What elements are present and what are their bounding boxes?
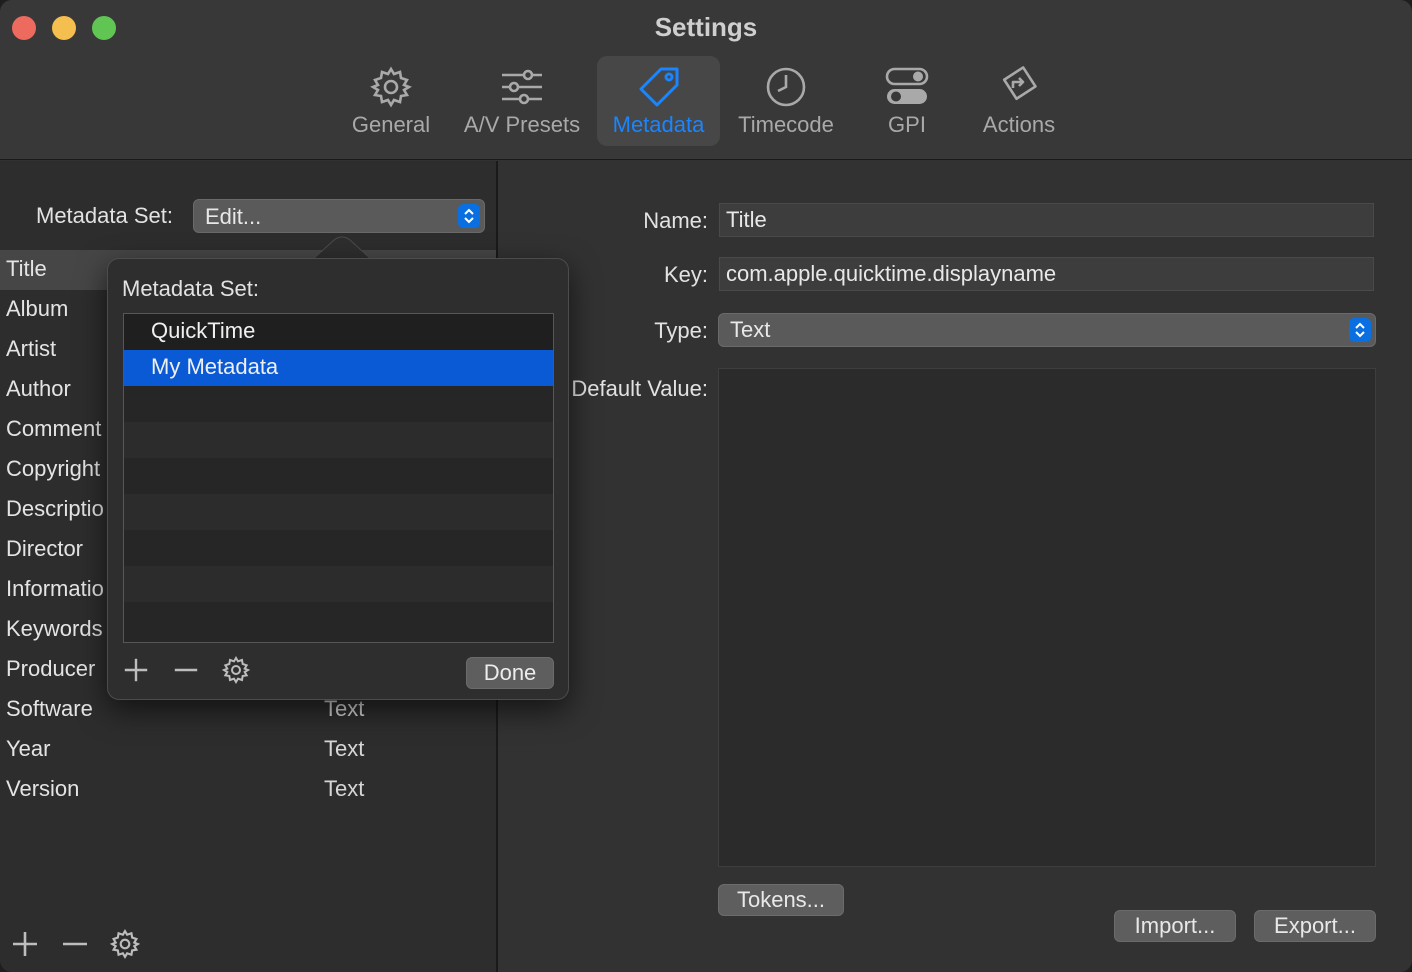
field-name: Version xyxy=(6,776,80,801)
gear-icon xyxy=(340,64,442,110)
field-name: Year xyxy=(6,736,51,761)
tag-icon xyxy=(597,64,720,110)
tab-metadata-label: Metadata xyxy=(612,112,705,137)
tab-actions-label: Actions xyxy=(982,112,1056,137)
field-type: Text xyxy=(324,736,365,761)
list-item xyxy=(124,422,553,458)
add-field-button[interactable] xyxy=(10,929,40,965)
remove-set-button[interactable] xyxy=(172,656,200,690)
minus-icon xyxy=(63,942,87,946)
metadata-set-value: Edit... xyxy=(205,204,262,229)
name-label: Name: xyxy=(643,208,708,233)
field-name: Director xyxy=(6,536,84,561)
key-field-value: com.apple.quicktime.displayname xyxy=(726,261,1057,286)
list-item xyxy=(124,602,553,638)
tab-metadata[interactable]: Metadata xyxy=(597,56,720,146)
field-type: Text xyxy=(324,776,365,801)
tab-actions[interactable]: Actions xyxy=(970,56,1068,146)
chevron-updown-icon xyxy=(458,204,480,228)
type-label: Type: xyxy=(654,318,708,343)
list-item xyxy=(124,494,553,530)
field-detail-pane: Name: Title Key: com.apple.quicktime.dis… xyxy=(498,161,1412,972)
table-row[interactable]: Year Text xyxy=(0,730,496,770)
popover-title: Metadata Set: xyxy=(122,276,259,301)
settings-window: Settings General A/V Presets Metadata Ti… xyxy=(0,0,1412,972)
plus-icon xyxy=(124,658,148,682)
field-name: Producer xyxy=(6,656,96,681)
tab-timecode-label: Timecode xyxy=(738,112,834,137)
import-button[interactable]: Import... xyxy=(1114,910,1236,942)
chevron-updown-icon xyxy=(1349,318,1371,342)
done-button[interactable]: Done xyxy=(466,657,554,689)
metadata-set-label: Metadata Set: xyxy=(36,203,173,228)
export-button[interactable]: Export... xyxy=(1254,910,1376,942)
field-name: Artist xyxy=(6,336,57,361)
tokens-button[interactable]: Tokens... xyxy=(718,884,844,916)
key-label: Key: xyxy=(663,262,708,287)
type-popup-value: Text xyxy=(730,317,771,342)
gear-icon xyxy=(109,929,141,959)
type-popup[interactable]: Text xyxy=(718,313,1376,347)
metadata-set-popover: Metadata Set: QuickTime My Metadata Done xyxy=(107,258,569,700)
list-item xyxy=(124,566,553,602)
remove-field-button[interactable] xyxy=(60,929,90,965)
metadata-set-name: QuickTime xyxy=(151,318,256,343)
left-bottom-toolbar xyxy=(10,929,141,965)
window-title: Settings xyxy=(654,12,758,42)
field-name: Author xyxy=(6,376,71,401)
tab-gpi-label: GPI xyxy=(888,112,926,137)
key-field[interactable]: com.apple.quicktime.displayname xyxy=(719,257,1374,291)
list-item xyxy=(124,530,553,566)
tab-general[interactable]: General xyxy=(340,56,442,146)
add-set-button[interactable] xyxy=(122,656,150,690)
metadata-set-popup[interactable]: Edit... xyxy=(193,199,485,233)
list-item xyxy=(124,458,553,494)
tab-general-label: General xyxy=(351,112,431,137)
field-name: Copyright xyxy=(6,456,101,481)
popover-arrow xyxy=(312,236,372,260)
list-item[interactable]: My Metadata xyxy=(124,350,553,386)
list-item xyxy=(124,386,553,422)
minus-icon xyxy=(174,668,198,672)
field-name: Informatio xyxy=(6,576,104,601)
sliders-icon xyxy=(456,64,588,110)
tab-av-presets[interactable]: A/V Presets xyxy=(456,56,588,146)
field-name: Keywords xyxy=(6,616,103,641)
set-options-button[interactable] xyxy=(221,656,251,690)
clock-icon xyxy=(728,64,844,110)
tab-timecode[interactable]: Timecode xyxy=(728,56,844,146)
metadata-set-list[interactable]: QuickTime My Metadata xyxy=(123,313,554,643)
name-field[interactable]: Title xyxy=(719,203,1374,237)
field-name: Descriptio xyxy=(6,496,104,521)
tab-gpi[interactable]: GPI xyxy=(866,56,948,146)
field-name: Comment xyxy=(6,416,102,441)
titlebar: Settings General A/V Presets Metadata Ti… xyxy=(0,0,1412,160)
name-field-value: Title xyxy=(726,207,767,232)
diamond-arrow-icon xyxy=(970,64,1068,110)
field-name: Title xyxy=(6,256,47,281)
default-value-textarea[interactable] xyxy=(718,368,1376,867)
popover-toolbar xyxy=(122,656,251,690)
toggles-icon xyxy=(866,64,948,110)
table-row[interactable]: Version Text xyxy=(0,770,496,810)
field-options-button[interactable] xyxy=(109,929,141,965)
plus-icon xyxy=(13,932,37,956)
metadata-set-name: My Metadata xyxy=(151,354,279,379)
field-name: Album xyxy=(6,296,69,321)
list-item[interactable]: QuickTime xyxy=(124,314,553,350)
tab-av-presets-label: A/V Presets xyxy=(463,112,581,137)
field-name: Software xyxy=(6,696,93,721)
gear-icon xyxy=(221,656,251,684)
